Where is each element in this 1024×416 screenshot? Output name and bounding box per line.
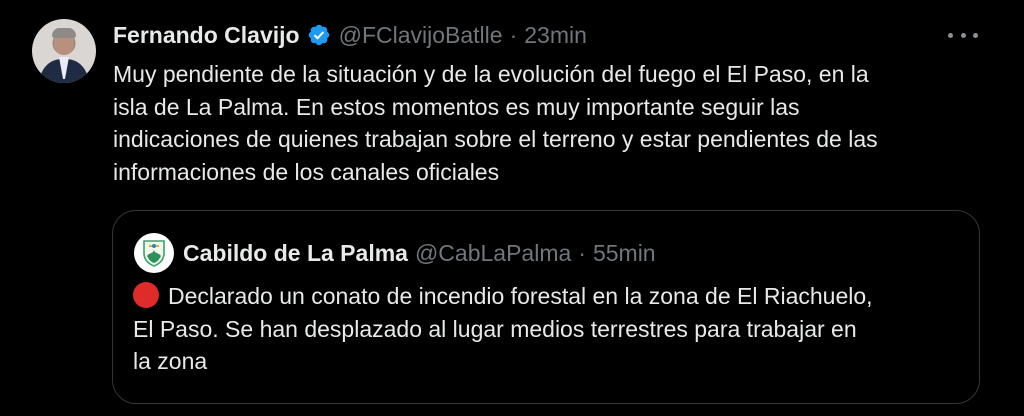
quoted-tweet-header: Cabildo de La Palma @CabLaPalma · 55min — [183, 236, 656, 270]
author-avatar[interactable] — [32, 19, 96, 83]
author-handle[interactable]: @FClavijoBatlle — [339, 22, 503, 49]
tweet-text-line: indicaciones de quienes trabajan sobre e… — [113, 126, 878, 153]
tweet-text: Muy pendiente de la situación y de la ev… — [113, 58, 993, 189]
quoted-author-avatar[interactable] — [134, 233, 174, 273]
quoted-tweet-timestamp[interactable]: 55min — [593, 240, 656, 267]
quoted-text-fragment: Declarado un conato de incendio forestal… — [168, 283, 873, 309]
quoted-author-handle[interactable]: @CabLaPalma — [415, 240, 571, 267]
quoted-tweet-text-line: la zona — [133, 348, 208, 374]
quoted-author-display-name[interactable]: Cabildo de La Palma — [183, 240, 408, 267]
quoted-tweet-card[interactable]: Cabildo de La Palma @CabLaPalma · 55min … — [112, 210, 980, 404]
quoted-tweet-text-line: El Paso. Se han desplazado al lugar medi… — [133, 315, 857, 342]
more-dot — [973, 32, 978, 38]
red-circle-icon — [133, 282, 159, 308]
tweet-header: Fernando Clavijo @FClavijoBatlle · 23min — [113, 18, 587, 52]
cabildo-shield-icon — [143, 240, 165, 267]
quoted-tweet-text: Declarado un conato de incendio forestal… — [133, 280, 963, 378]
author-display-name[interactable]: Fernando Clavijo — [113, 22, 300, 49]
tweet[interactable]: Fernando Clavijo @FClavijoBatlle · 23min… — [0, 0, 1024, 416]
more-horizontal-icon[interactable] — [948, 30, 978, 40]
more-dot — [948, 32, 953, 38]
avatar-hair-shape — [52, 28, 76, 38]
tweet-text-line: Muy pendiente de la situación y de la ev… — [113, 61, 869, 87]
more-dot — [960, 32, 966, 38]
verified-badge-icon[interactable] — [307, 23, 331, 47]
quoted-header-separator: · — [578, 239, 586, 266]
tweet-text-line: informaciones de los canales oficiales — [113, 159, 500, 186]
tweet-text-line: isla de La Palma. En estos momentos es m… — [113, 93, 800, 120]
quoted-tweet-text-line: Declarado un conato de incendio forestal… — [133, 280, 963, 313]
tweet-timestamp[interactable]: 23min — [524, 22, 587, 49]
header-separator: · — [509, 21, 518, 48]
